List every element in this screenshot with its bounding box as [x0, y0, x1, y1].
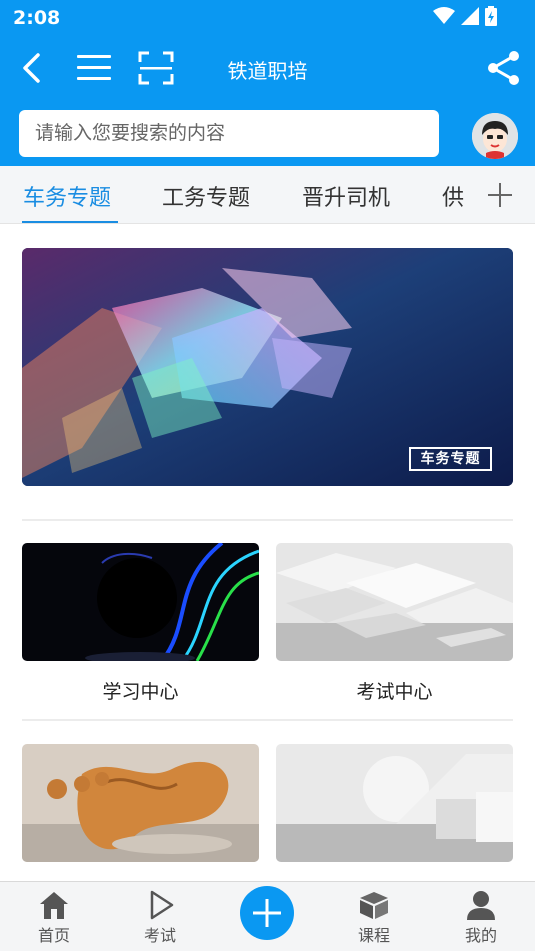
- avatar[interactable]: [472, 113, 518, 159]
- app-screen: 2:08 铁道职培 请输入您要搜索的内容 车务专题 工务专题 晋升司机 供 车务…: [0, 0, 535, 951]
- page-title: 铁道职培: [227, 59, 308, 83]
- nav-mine[interactable]: 我的: [441, 890, 521, 946]
- search-row: 请输入您要搜索的内容: [0, 100, 535, 166]
- tab-gong[interactable]: 供: [442, 180, 464, 212]
- nav-add-button[interactable]: [240, 886, 294, 940]
- nav-exam[interactable]: 考试: [120, 890, 200, 946]
- divider: [22, 519, 513, 521]
- person-icon: [467, 891, 495, 920]
- banner-tag: 车务专题: [409, 447, 492, 471]
- plus-icon: [253, 899, 281, 927]
- exam-center-image[interactable]: [276, 543, 513, 661]
- study-center-label[interactable]: 学习中心: [22, 677, 259, 704]
- orange-sculpture-image: [22, 744, 259, 862]
- study-center-image[interactable]: [22, 543, 259, 661]
- battery-icon: [485, 6, 497, 26]
- exam-center-label[interactable]: 考试中心: [276, 677, 513, 704]
- user-avatar-icon: [472, 113, 518, 159]
- cube-icon: [360, 892, 388, 919]
- status-bar: 2:08: [0, 0, 535, 38]
- tab-gongwu[interactable]: 工务专题: [162, 180, 250, 212]
- tab-chewu[interactable]: 车务专题: [23, 180, 111, 212]
- geometry-card-image[interactable]: [276, 744, 513, 862]
- signal-icon: [461, 7, 479, 25]
- white-geometry-image: [276, 744, 513, 862]
- category-tabs: 车务专题 工务专题 晋升司机 供: [0, 166, 535, 224]
- nav-mine-label: 我的: [464, 926, 497, 945]
- nav-home-label: 首页: [37, 926, 70, 945]
- active-tab-indicator: [22, 221, 118, 223]
- nav-home[interactable]: 首页: [14, 890, 94, 946]
- wifi-icon: [433, 7, 455, 24]
- divider: [22, 719, 513, 721]
- share-icon[interactable]: [484, 48, 524, 88]
- tab-jinsheng[interactable]: 晋升司机: [302, 180, 390, 212]
- white-blocks-image: [276, 543, 513, 661]
- banner-image[interactable]: 车务专题: [22, 248, 513, 486]
- neon-curves-image: [22, 543, 259, 661]
- home-icon: [40, 892, 68, 919]
- plus-icon: [488, 183, 512, 207]
- status-icons: [433, 6, 497, 26]
- nav-course-label: 课程: [357, 926, 390, 945]
- sculpture-card-image[interactable]: [22, 744, 259, 862]
- nav-course[interactable]: 课程: [334, 890, 414, 946]
- add-tab-button[interactable]: [467, 166, 535, 223]
- bottom-nav: 首页 考试 课程 我的: [0, 881, 535, 951]
- status-time: 2:08: [13, 7, 61, 29]
- title-bar: 铁道职培: [0, 38, 535, 100]
- nav-exam-label: 考试: [143, 926, 176, 945]
- search-input[interactable]: 请输入您要搜索的内容: [19, 110, 439, 157]
- play-icon: [150, 890, 174, 920]
